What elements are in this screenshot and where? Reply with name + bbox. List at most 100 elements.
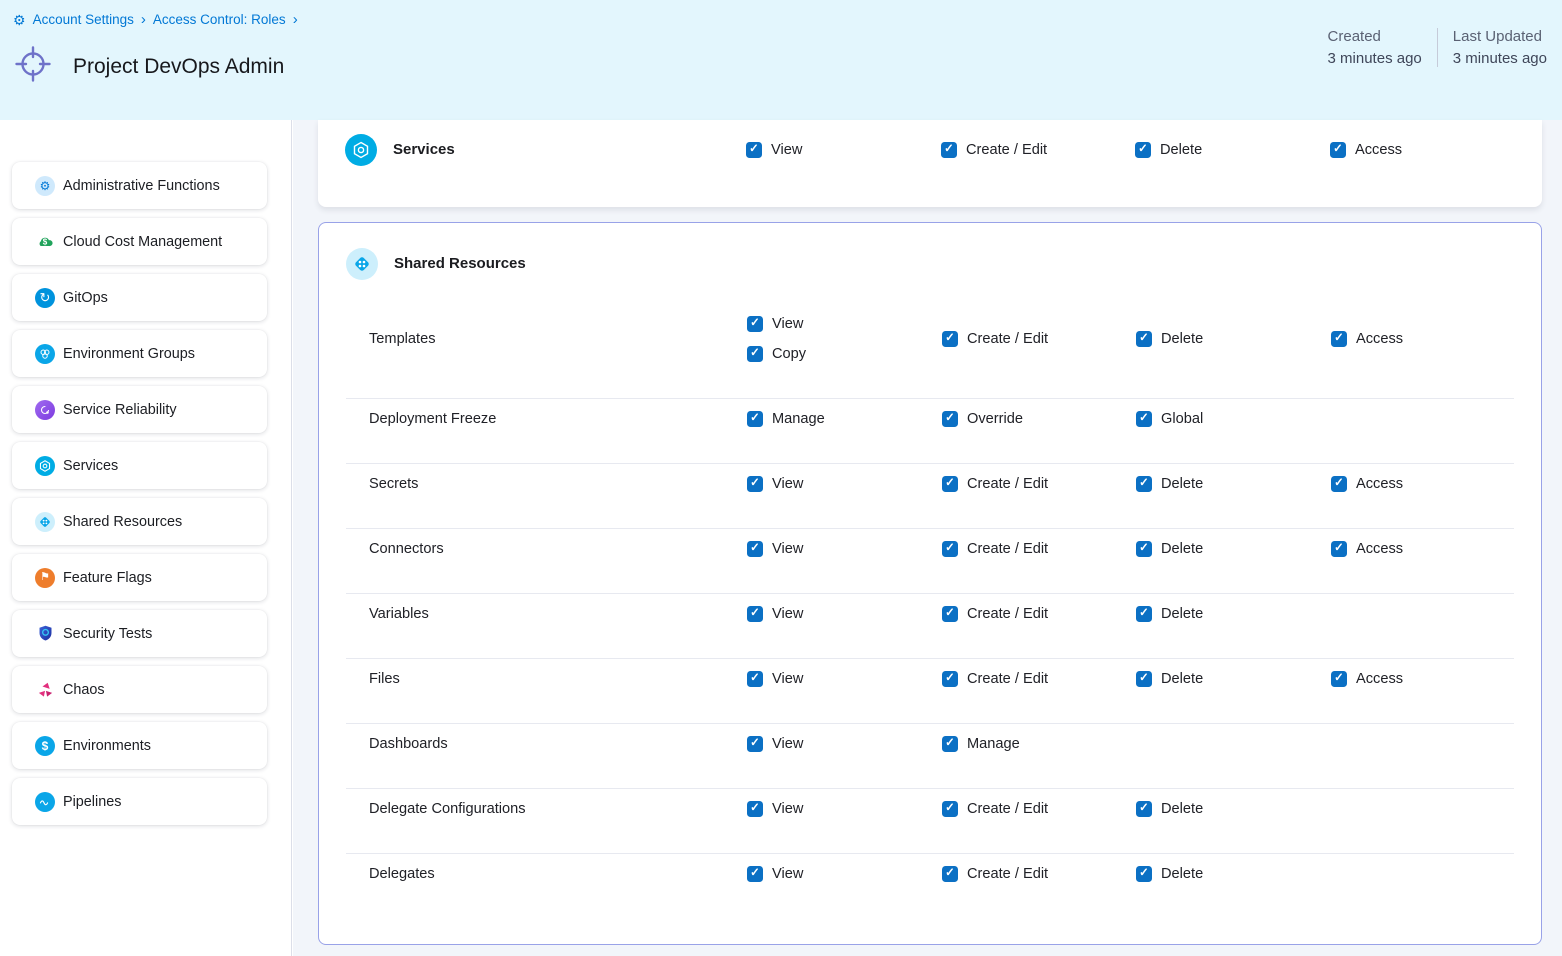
- checkbox-delete[interactable]: ✓ Delete: [1136, 331, 1331, 347]
- checkbox-copy[interactable]: ✓ Copy: [747, 346, 942, 362]
- sidebar-item-feature-flags[interactable]: ⚑ Feature Flags: [12, 554, 267, 601]
- breadcrumb-account-settings[interactable]: Account Settings: [33, 12, 134, 27]
- checkbox-checked-icon: ✓: [1136, 541, 1152, 557]
- created-label: Created: [1328, 28, 1422, 45]
- checkbox-create-edit[interactable]: ✓ Create / Edit: [942, 331, 1136, 347]
- resource-label: Deployment Freeze: [369, 411, 747, 427]
- checkbox-checked-icon: ✓: [747, 736, 763, 752]
- sidebar-item-shared-resources[interactable]: Shared Resources: [12, 498, 267, 545]
- checkbox-manage[interactable]: ✓ Manage: [747, 411, 942, 427]
- permission-cell: ✓ Create / Edit: [942, 866, 1136, 882]
- checkbox-view[interactable]: ✓ View: [747, 541, 942, 557]
- checkbox-checked-icon: ✓: [747, 606, 763, 622]
- check-glyph: ✓: [750, 478, 760, 490]
- checkbox-delete[interactable]: ✓ Delete: [1136, 866, 1331, 882]
- check-glyph: ✓: [750, 738, 760, 750]
- permission-cell: ✓ View: [746, 142, 941, 158]
- permission-cell: ✓ View: [747, 606, 942, 622]
- permission-cell: ✓ Manage: [747, 411, 942, 427]
- checkbox-access[interactable]: ✓ Access: [1330, 142, 1542, 158]
- checkbox-view[interactable]: ✓ View: [747, 606, 942, 622]
- checkbox-delete[interactable]: ✓ Delete: [1136, 671, 1331, 687]
- checkbox-label: Override: [967, 411, 1023, 427]
- sidebar-item-label: GitOps: [63, 290, 108, 306]
- services-card-title: Services: [393, 141, 746, 158]
- permission-cell: ✓ Delete: [1136, 476, 1331, 492]
- permission-cell: ✓ Delete: [1136, 801, 1331, 817]
- shared-resources-card-header: Shared Resources: [319, 223, 1541, 304]
- checkbox-access[interactable]: ✓ Access: [1331, 476, 1514, 492]
- sidebar-item-gitops[interactable]: ↻ GitOps: [12, 274, 267, 321]
- checkbox-checked-icon: ✓: [747, 801, 763, 817]
- checkbox-delete[interactable]: ✓ Delete: [1136, 801, 1331, 817]
- title-row: Project DevOps Admin: [13, 44, 284, 89]
- sidebar-item-administrative-functions[interactable]: ⚙ Administrative Functions: [12, 162, 267, 209]
- check-glyph: ✓: [945, 868, 955, 880]
- environment-groups-icon: [35, 344, 55, 364]
- check-glyph: ✓: [945, 478, 955, 490]
- checkbox-global[interactable]: ✓ Global: [1136, 411, 1331, 427]
- check-glyph: ✓: [1334, 478, 1344, 490]
- permission-cell: ✓ View: [747, 476, 942, 492]
- sidebar-item-environments[interactable]: $ Environments: [12, 722, 267, 769]
- checkbox-view[interactable]: ✓ View: [747, 801, 942, 817]
- checkbox-label: Create / Edit: [967, 671, 1048, 687]
- sidebar-item-service-reliability[interactable]: Service Reliability: [12, 386, 267, 433]
- checkbox-label: Create / Edit: [966, 142, 1047, 158]
- checkbox-create-edit[interactable]: ✓ Create / Edit: [942, 801, 1136, 817]
- checkbox-delete[interactable]: ✓ Delete: [1135, 142, 1330, 158]
- last-updated-block: Last Updated 3 minutes ago: [1437, 28, 1547, 67]
- sidebar-item-services[interactable]: Services: [12, 442, 267, 489]
- sidebar-item-label: Service Reliability: [63, 402, 177, 418]
- sidebar-item-security-tests[interactable]: Security Tests: [12, 610, 267, 657]
- checkbox-label: Delete: [1161, 541, 1203, 557]
- checkbox-label: View: [772, 801, 803, 817]
- sidebar-item-label: Security Tests: [63, 626, 152, 642]
- checkbox-access[interactable]: ✓ Access: [1331, 671, 1514, 687]
- checkbox-access[interactable]: ✓ Access: [1331, 541, 1514, 557]
- checkbox-checked-icon: ✓: [1331, 671, 1347, 687]
- checkbox-checked-icon: ✓: [941, 142, 957, 158]
- checkbox-override[interactable]: ✓ Override: [942, 411, 1136, 427]
- sidebar-item-pipelines[interactable]: Pipelines: [12, 778, 267, 825]
- breadcrumb: ⚙ Account Settings › Access Control: Rol…: [13, 12, 298, 27]
- checkbox-create-edit[interactable]: ✓ Create / Edit: [941, 142, 1135, 158]
- checkbox-checked-icon: ✓: [747, 866, 763, 882]
- checkbox-label: View: [772, 316, 803, 332]
- services-hexagon-icon: [345, 134, 377, 166]
- checkbox-label: Delete: [1161, 331, 1203, 347]
- checkbox-checked-icon: ✓: [747, 316, 763, 332]
- checkbox-delete[interactable]: ✓ Delete: [1136, 606, 1331, 622]
- checkbox-label: View: [772, 476, 803, 492]
- checkbox-checked-icon: ✓: [1135, 142, 1151, 158]
- checkbox-create-edit[interactable]: ✓ Create / Edit: [942, 866, 1136, 882]
- checkbox-view[interactable]: ✓ View: [747, 476, 942, 492]
- svg-text:$: $: [42, 238, 47, 247]
- shared-resources-permission-card: Shared Resources Templates ✓ View ✓ Copy: [318, 222, 1542, 945]
- checkbox-access[interactable]: ✓ Access: [1331, 331, 1514, 347]
- checkbox-create-edit[interactable]: ✓ Create / Edit: [942, 671, 1136, 687]
- breadcrumb-access-control-roles[interactable]: Access Control: Roles: [153, 12, 286, 27]
- checkbox-create-edit[interactable]: ✓ Create / Edit: [942, 476, 1136, 492]
- sidebar-item-chaos[interactable]: Chaos: [12, 666, 267, 713]
- checkbox-view[interactable]: ✓ View: [747, 316, 942, 332]
- permissions-panel: Services ✓ View ✓ Create / Edit ✓ Delete…: [293, 120, 1562, 956]
- checkbox-view[interactable]: ✓ View: [747, 736, 942, 752]
- check-glyph: ✓: [945, 803, 955, 815]
- checkbox-view[interactable]: ✓ View: [747, 866, 942, 882]
- checkbox-manage[interactable]: ✓ Manage: [942, 736, 1136, 752]
- sidebar-item-cloud-cost-management[interactable]: $ Cloud Cost Management: [12, 218, 267, 265]
- checkbox-delete[interactable]: ✓ Delete: [1136, 541, 1331, 557]
- checkbox-label: Manage: [967, 736, 1020, 752]
- checkbox-create-edit[interactable]: ✓ Create / Edit: [942, 541, 1136, 557]
- chevron-right-icon: ›: [141, 12, 146, 27]
- resource-row-templates: Templates ✓ View ✓ Copy ✓ Create / Edit: [346, 304, 1514, 399]
- checkbox-delete[interactable]: ✓ Delete: [1136, 476, 1331, 492]
- checkbox-view[interactable]: ✓ View: [747, 671, 942, 687]
- sidebar-item-environment-groups[interactable]: Environment Groups: [12, 330, 267, 377]
- checkbox-checked-icon: ✓: [1136, 331, 1152, 347]
- permission-cell: ✓ Create / Edit: [942, 476, 1136, 492]
- checkbox-label: Access: [1356, 671, 1403, 687]
- checkbox-view[interactable]: ✓ View: [746, 142, 941, 158]
- checkbox-create-edit[interactable]: ✓ Create / Edit: [942, 606, 1136, 622]
